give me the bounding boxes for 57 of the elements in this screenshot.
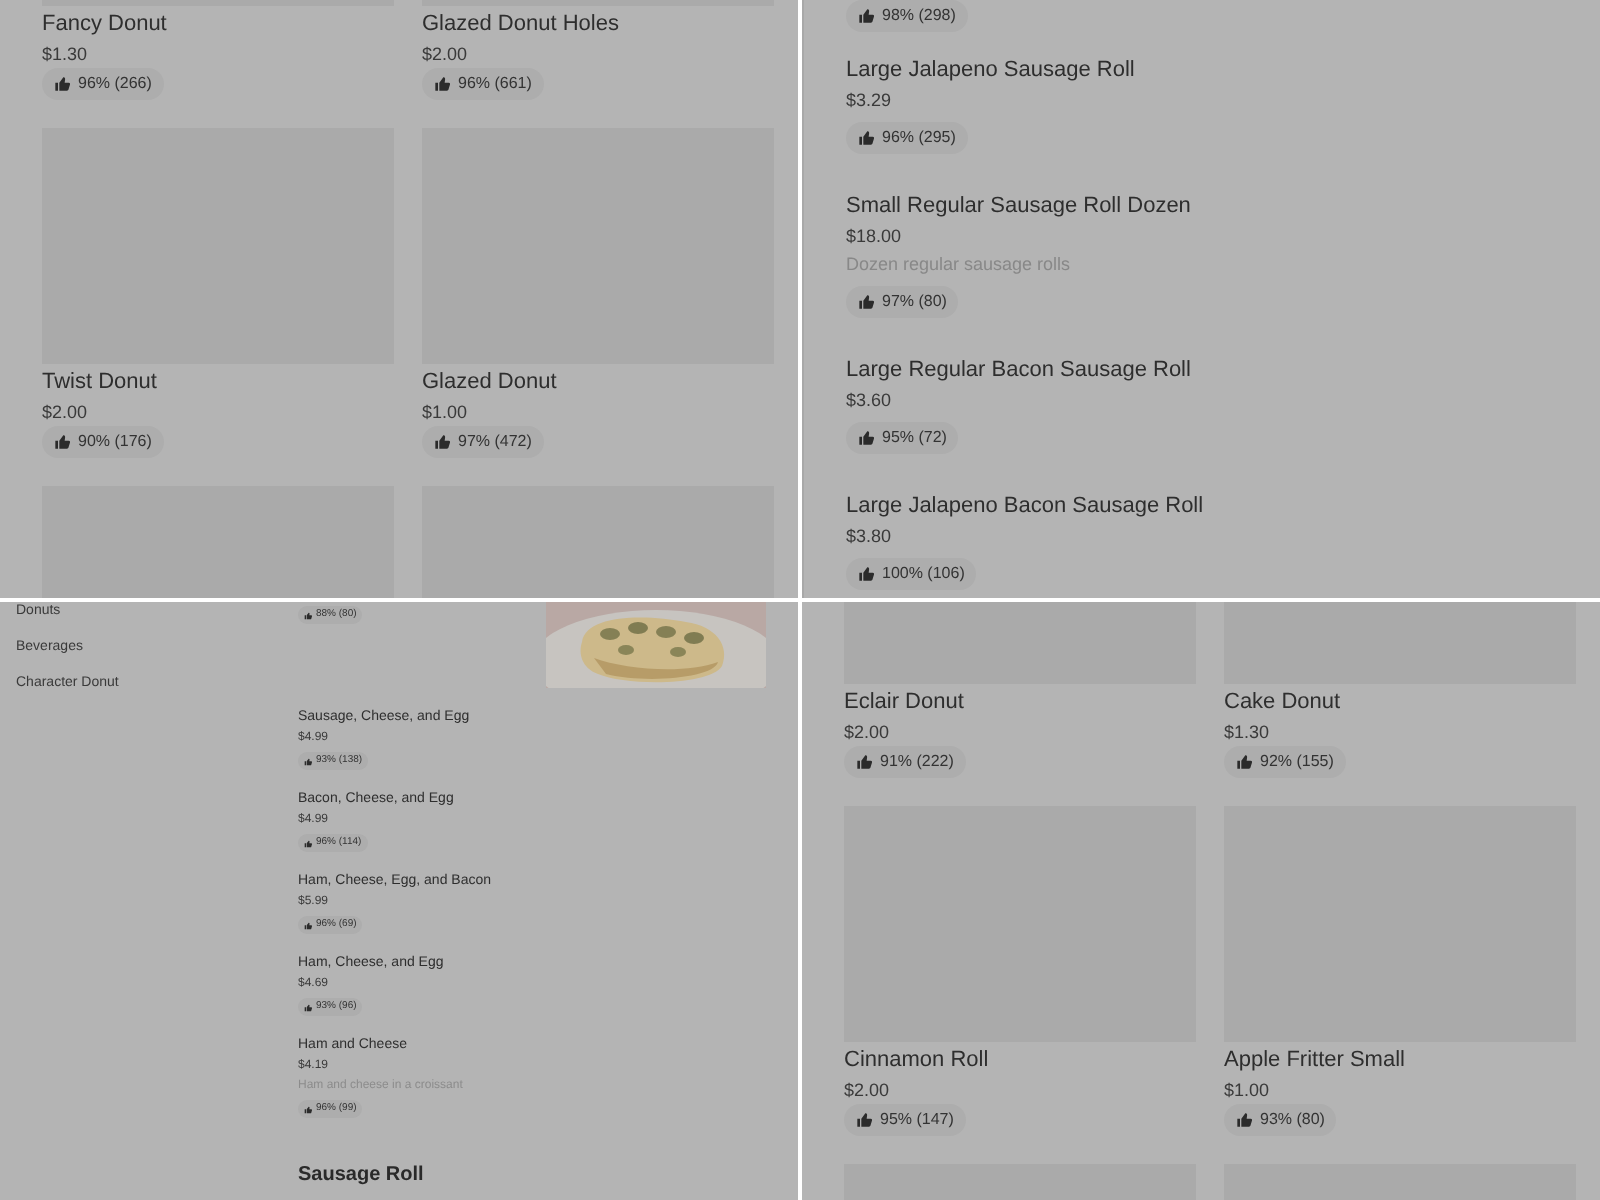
rating-badge: 96% (295)	[846, 122, 968, 154]
item-name: Twist Donut	[42, 368, 159, 398]
item-price: $2.00	[844, 1078, 892, 1104]
section-heading: Sausage Roll	[298, 1162, 426, 1190]
thumbs-up-icon	[54, 434, 70, 450]
item-name: Apple Fritter Small	[1224, 1046, 1407, 1076]
rating-badge: 92% (155)	[1224, 746, 1346, 778]
thumbs-up-icon	[434, 76, 450, 92]
item-price: $3.80	[846, 524, 894, 550]
item-price: $18.00	[846, 224, 904, 250]
rating-badge: 100% (106)	[846, 558, 977, 590]
rating-badge: 91% (222)	[844, 746, 966, 778]
thumbs-up-icon	[856, 754, 872, 770]
item-price: $1.30	[1224, 720, 1272, 746]
thumbs-up-icon	[304, 921, 312, 929]
rating-badge: 95% (72)	[846, 422, 959, 454]
item-name: Glazed Donut	[422, 368, 559, 398]
rating-badge: 97% (80)	[846, 286, 959, 318]
thumbs-up-icon	[304, 839, 312, 847]
thumbs-up-icon	[1236, 754, 1252, 770]
item-price: $3.29	[846, 88, 894, 114]
thumbs-up-icon	[304, 1105, 312, 1113]
thumbs-up-icon	[858, 566, 874, 582]
thumbs-up-icon	[304, 1003, 312, 1011]
thumbs-up-icon	[54, 76, 70, 92]
item-name: Large Jalapeno Sausage Roll	[846, 56, 1137, 86]
item-price: $2.00	[42, 400, 90, 426]
item-name: Cake Donut	[1224, 688, 1343, 718]
rating-badge: 97% (472)	[422, 426, 544, 458]
item-name: Large Jalapeno Bacon Sausage Roll	[846, 492, 1206, 522]
rating-badge: 90% (176)	[42, 426, 164, 458]
item-name: Large Regular Bacon Sausage Roll	[846, 356, 1193, 386]
item-price: $1.30	[42, 42, 90, 68]
rating-badge: 95% (147)	[844, 1104, 966, 1136]
thumbs-up-icon	[858, 294, 874, 310]
item-price: $2.00	[844, 720, 892, 746]
rating-badge: 96% (661)	[422, 68, 544, 100]
item-name: Fancy Donut	[42, 10, 169, 40]
thumbs-up-icon	[858, 430, 874, 446]
thumbs-up-icon	[434, 434, 450, 450]
thumbs-up-icon	[856, 1112, 872, 1128]
rating-badge: 96% (266)	[42, 68, 164, 100]
item-price: $3.60	[846, 388, 894, 414]
item-name: Small Regular Sausage Roll Dozen	[846, 192, 1193, 222]
rating-badge: 93% (80)	[1224, 1104, 1337, 1136]
item-price: $2.00	[422, 42, 470, 68]
thumbs-up-icon	[304, 611, 312, 619]
item-price: $1.00	[422, 400, 470, 426]
rating-badge: 98% (298)	[846, 0, 968, 32]
thumbs-up-icon	[858, 130, 874, 146]
item-price: $1.00	[1224, 1078, 1272, 1104]
item-name: Eclair Donut	[844, 688, 966, 718]
thumbs-up-icon	[1236, 1112, 1252, 1128]
thumbs-up-icon	[304, 757, 312, 765]
item-name: Glazed Donut Holes	[422, 10, 621, 40]
item-name: Cinnamon Roll	[844, 1046, 991, 1076]
thumbs-up-icon	[858, 8, 874, 24]
